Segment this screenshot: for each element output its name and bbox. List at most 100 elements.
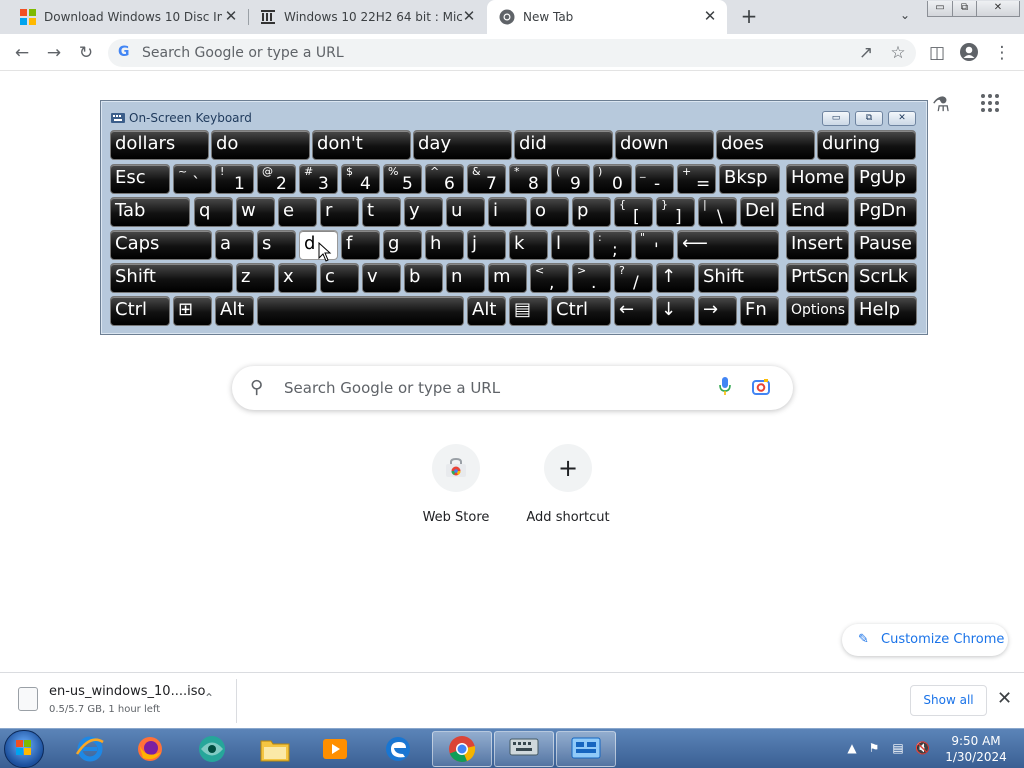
key-esc[interactable]: Esc xyxy=(110,164,170,194)
google-lens-icon[interactable] xyxy=(752,378,770,396)
taskbar-on-screen-keyboard[interactable] xyxy=(494,731,554,767)
close-icon[interactable]: ✕ xyxy=(462,9,476,24)
key-m[interactable]: m xyxy=(488,263,527,293)
key-t[interactable]: t xyxy=(362,197,401,227)
key-ctrl[interactable]: Ctrl xyxy=(110,296,170,326)
key-insert[interactable]: Insert xyxy=(786,230,849,260)
key-pause[interactable]: Pause xyxy=(854,230,917,260)
key-1[interactable]: ! 1 xyxy=(215,164,254,194)
chevron-up-icon[interactable]: ⌃ xyxy=(204,691,214,705)
close-icon[interactable]: ✕ xyxy=(224,9,238,24)
key-options[interactable]: Options xyxy=(786,296,849,326)
key-p[interactable]: p xyxy=(572,197,611,227)
key-shift[interactable]: Shift xyxy=(698,263,779,293)
network-icon[interactable]: ▤ xyxy=(891,741,905,755)
key-scrlk[interactable]: ScrLk xyxy=(854,263,917,293)
key-w[interactable]: w xyxy=(236,197,275,227)
key-symbol[interactable]: ↓ xyxy=(656,296,695,326)
key-shift[interactable]: Shift xyxy=(110,263,233,293)
key-6[interactable]: ^ 6 xyxy=(425,164,464,194)
shortcut-add[interactable]: + Add shortcut xyxy=(512,444,624,525)
ntp-search-box[interactable]: ⚲ Search Google or type a URL xyxy=(232,366,793,410)
key-c[interactable]: c xyxy=(320,263,359,293)
tab-search-icon[interactable]: ⌄ xyxy=(896,8,914,26)
prediction-key[interactable]: do xyxy=(211,130,310,160)
close-downloads-icon[interactable]: ✕ xyxy=(997,688,1012,709)
profile-avatar-icon[interactable] xyxy=(958,42,980,64)
key-v[interactable]: v xyxy=(362,263,401,293)
key-tab[interactable]: Tab xyxy=(110,197,190,227)
key-fn[interactable]: Fn xyxy=(740,296,779,326)
key-symbol[interactable]: ← xyxy=(614,296,653,326)
key-symbol[interactable]: _ - xyxy=(635,164,674,194)
voice-search-icon[interactable] xyxy=(718,376,732,396)
key-ctrl[interactable]: Ctrl xyxy=(551,296,611,326)
key-symbol[interactable]: ~ ` xyxy=(173,164,212,194)
prediction-key[interactable]: does xyxy=(716,130,815,160)
taskbar-unknown-app[interactable] xyxy=(182,731,242,767)
key-prtscn[interactable]: PrtScn xyxy=(786,263,849,293)
volume-muted-icon[interactable]: 🔇 xyxy=(915,741,930,755)
prediction-key[interactable]: during xyxy=(817,130,916,160)
key-pgup[interactable]: PgUp xyxy=(854,164,917,194)
osk-restore-button[interactable]: ⧉ xyxy=(855,111,883,126)
key-symbol[interactable]: ⊞ xyxy=(173,296,212,326)
key-end[interactable]: End xyxy=(786,197,849,227)
close-window-button[interactable]: ✕ xyxy=(976,1,1020,17)
tab-new-tab[interactable]: New Tab ✕ xyxy=(487,0,727,34)
start-button[interactable] xyxy=(4,730,44,768)
key-q[interactable]: q xyxy=(194,197,233,227)
prediction-key[interactable]: did xyxy=(514,130,613,160)
forward-icon[interactable]: → xyxy=(43,42,65,64)
key-symbol[interactable]: <, xyxy=(530,263,569,293)
address-bar[interactable]: G Search Google or type a URL xyxy=(108,39,916,67)
taskbar-edge[interactable] xyxy=(368,731,428,767)
clock[interactable]: 9:50 AM 1/30/2024 xyxy=(940,733,1012,765)
back-icon[interactable]: ← xyxy=(11,42,33,64)
labs-flask-icon[interactable]: ⚗ xyxy=(930,92,952,116)
taskbar-control-panel[interactable] xyxy=(556,731,616,767)
key-z[interactable]: z xyxy=(236,263,275,293)
taskbar-media-player[interactable] xyxy=(305,731,365,767)
key-i[interactable]: i xyxy=(488,197,527,227)
key-8[interactable]: * 8 xyxy=(509,164,548,194)
key-symbol[interactable]: ? / xyxy=(614,263,653,293)
key-symbol[interactable]: }] xyxy=(656,197,695,227)
restore-button[interactable]: ⧉ xyxy=(952,1,977,17)
key-symbol[interactable]: → xyxy=(698,296,737,326)
key-bksp[interactable]: Bksp xyxy=(719,164,780,194)
key-symbol[interactable]: + = xyxy=(677,164,716,194)
key-alt[interactable]: Alt xyxy=(215,296,254,326)
key-h[interactable]: h xyxy=(425,230,464,260)
key-b[interactable]: b xyxy=(404,263,443,293)
reload-icon[interactable]: ↻ xyxy=(75,42,97,64)
key-symbol[interactable]: :; xyxy=(593,230,632,260)
prediction-key[interactable]: dollars xyxy=(110,130,209,160)
action-center-flag-icon[interactable]: ⚑ xyxy=(867,741,881,755)
key-k[interactable]: k xyxy=(509,230,548,260)
key-symbol[interactable]: >. xyxy=(572,263,611,293)
key-symbol[interactable]: " ' xyxy=(635,230,674,260)
key-e[interactable]: e xyxy=(278,197,317,227)
key-2[interactable]: @2 xyxy=(257,164,296,194)
key-o[interactable]: o xyxy=(530,197,569,227)
menu-kebab-icon[interactable]: ⋮ xyxy=(991,42,1013,64)
close-icon[interactable]: ✕ xyxy=(703,9,717,24)
key-0[interactable]: ) 0 xyxy=(593,164,632,194)
prediction-key[interactable]: day xyxy=(413,130,512,160)
key-9[interactable]: (9 xyxy=(551,164,590,194)
key-home[interactable]: Home xyxy=(786,164,849,194)
key-r[interactable]: r xyxy=(320,197,359,227)
key-4[interactable]: $4 xyxy=(341,164,380,194)
key-3[interactable]: #3 xyxy=(299,164,338,194)
key-a[interactable]: a xyxy=(215,230,254,260)
key-symbol[interactable]: ⟵ xyxy=(677,230,779,260)
new-tab-button[interactable]: + xyxy=(738,6,760,28)
google-apps-icon[interactable] xyxy=(980,93,1000,113)
download-file-name[interactable]: en-us_windows_10....iso xyxy=(49,684,205,699)
show-all-button[interactable]: Show all xyxy=(910,685,987,716)
key-symbol[interactable]: ▤ xyxy=(509,296,548,326)
taskbar-chrome[interactable] xyxy=(432,731,492,767)
key-s[interactable]: s xyxy=(257,230,296,260)
taskbar-firefox[interactable] xyxy=(120,731,180,767)
